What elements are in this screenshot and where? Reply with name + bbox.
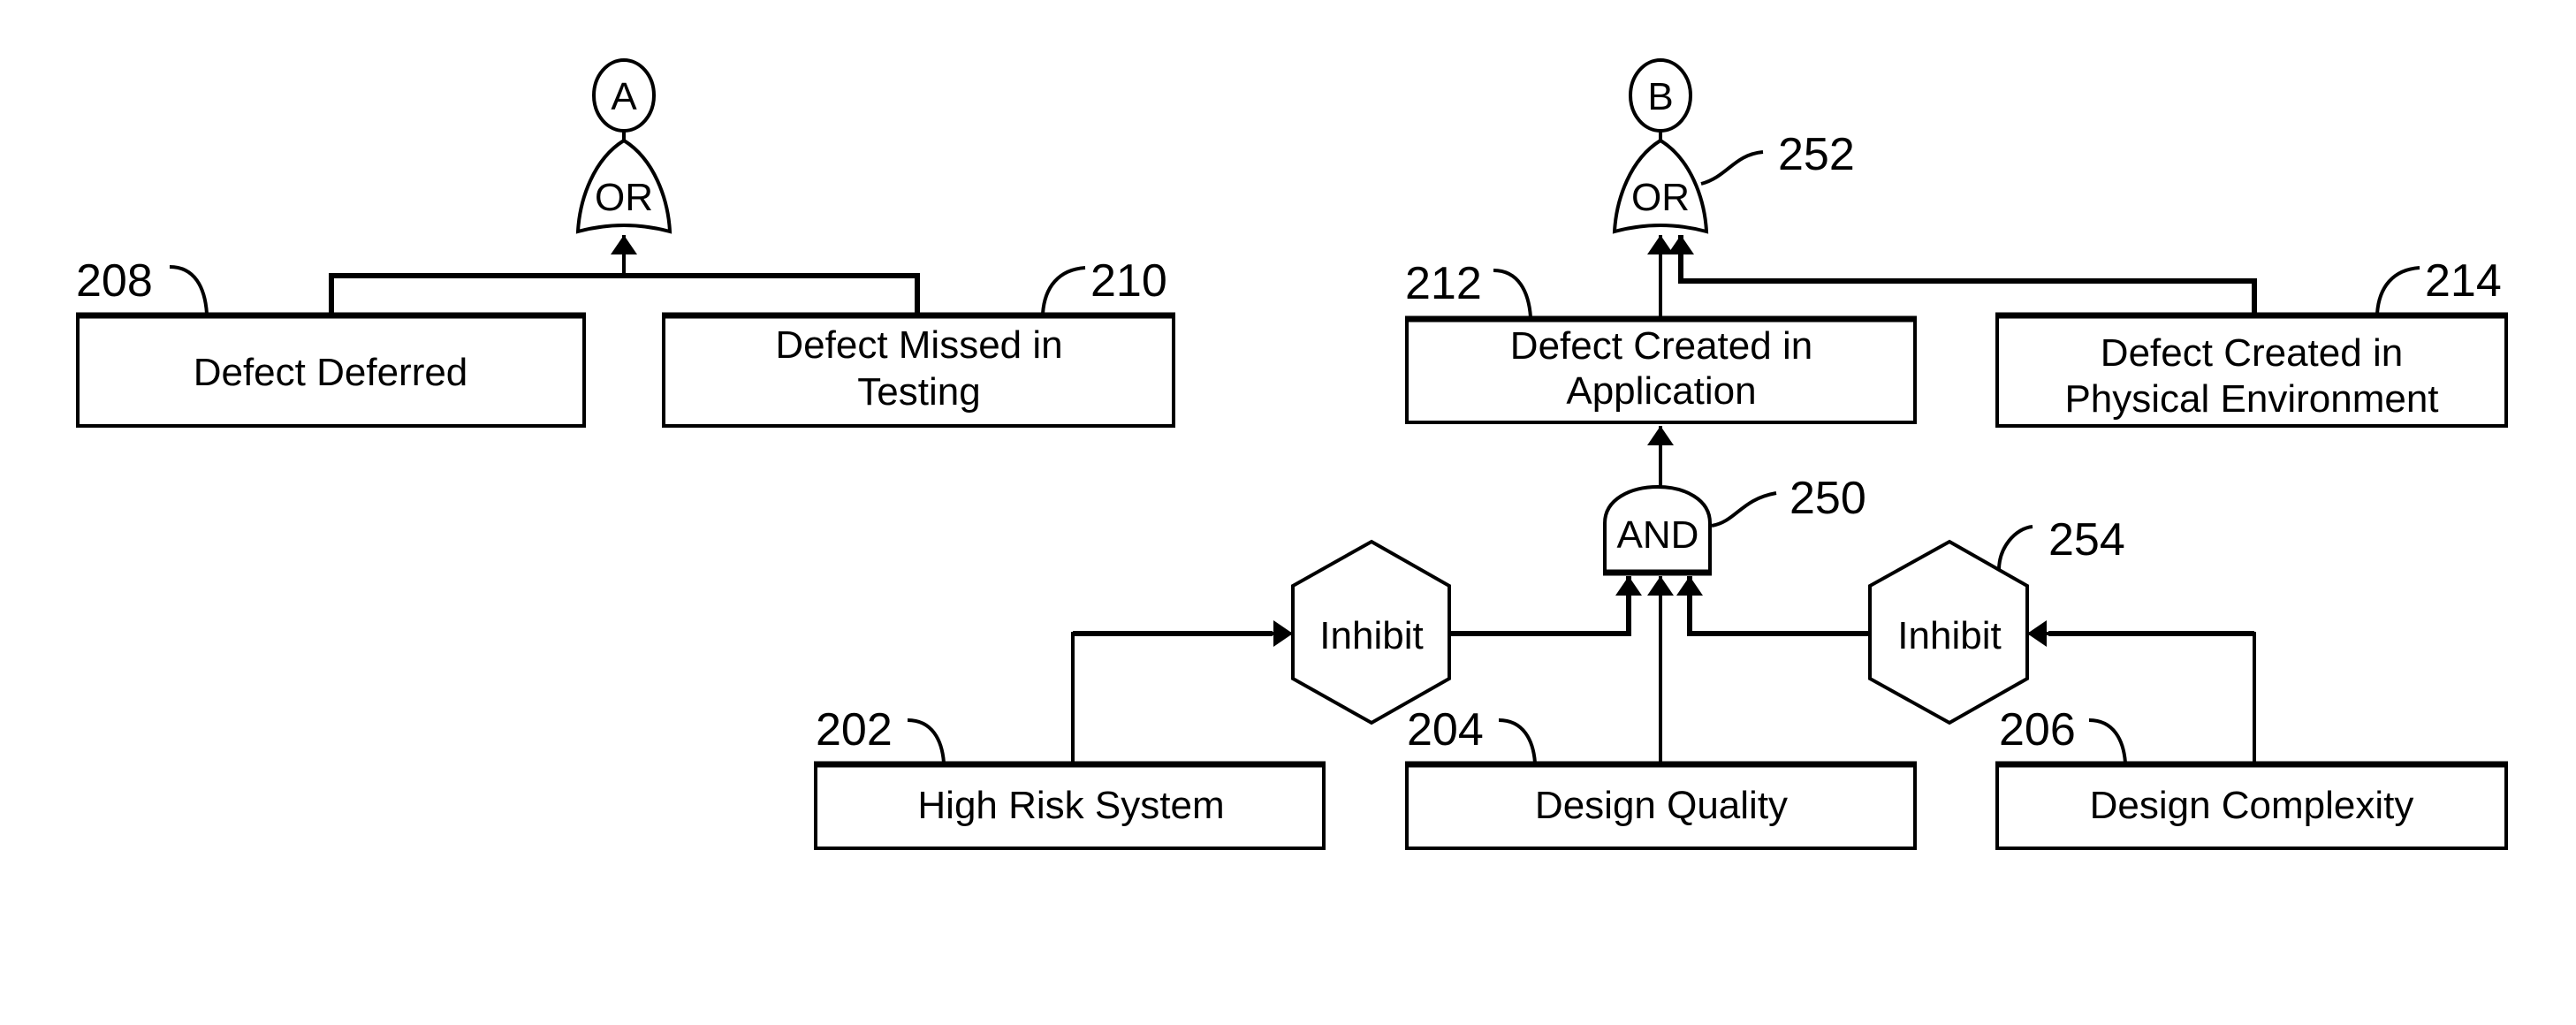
ref-208-label: 208 bbox=[76, 255, 153, 307]
ref-202-label: 202 bbox=[816, 704, 893, 755]
ref-252-label: 252 bbox=[1778, 129, 1855, 180]
event-204: Design Quality bbox=[1405, 761, 1917, 850]
ref-208: 208 bbox=[76, 255, 209, 315]
ref-210: 210 bbox=[1041, 255, 1167, 315]
edge-208-210-bus bbox=[329, 273, 920, 314]
event-204-text: Design Quality bbox=[1535, 784, 1788, 827]
connector-b: B bbox=[1629, 58, 1692, 133]
inhibit-gate-1-label: Inhibit bbox=[1319, 614, 1423, 657]
ref-214-label: 214 bbox=[2425, 255, 2502, 307]
event-210-text-line1: Defect Missed in bbox=[775, 323, 1062, 367]
event-212-text-line2: Application bbox=[1566, 369, 1756, 413]
inhibit-gate-2: Inhibit bbox=[1868, 539, 2029, 725]
event-202-text: High Risk System bbox=[917, 784, 1224, 827]
edge-202-to-inhibit-1 bbox=[1071, 620, 1293, 763]
ref-206: 206 bbox=[1999, 704, 2127, 763]
or-gate-b: OR bbox=[1612, 138, 1709, 234]
and-gate-label: AND bbox=[1617, 513, 1699, 557]
and-gate: AND bbox=[1603, 484, 1712, 576]
or-gate-a-label: OR bbox=[595, 176, 653, 219]
ref-202: 202 bbox=[816, 704, 946, 763]
connector-a: A bbox=[592, 58, 656, 133]
event-212: Defect Created in Application bbox=[1405, 315, 1917, 424]
edge-inhibit-1-to-and bbox=[1449, 576, 1642, 636]
ref-254-label: 254 bbox=[2048, 514, 2125, 566]
fault-tree-diagram: A OR Defect Deferred 208 Defect Missed i… bbox=[76, 58, 2508, 850]
edge-inhibit-2-to-and bbox=[1676, 576, 1870, 636]
or-gate-a: OR bbox=[575, 138, 672, 234]
ref-204-label: 204 bbox=[1407, 704, 1484, 755]
event-208: Defect Deferred bbox=[76, 312, 586, 428]
connector-b-label: B bbox=[1647, 75, 1673, 118]
or-gate-b-label: OR bbox=[1631, 176, 1690, 219]
inhibit-gate-1: Inhibit bbox=[1291, 539, 1451, 725]
ref-210-label: 210 bbox=[1090, 255, 1167, 307]
ref-206-label: 206 bbox=[1999, 704, 2076, 755]
ref-254: 254 bbox=[1997, 514, 2125, 571]
event-214-text-line1: Defect Created in bbox=[2101, 331, 2403, 375]
connector-a-label: A bbox=[611, 75, 637, 118]
event-206-text: Design Complexity bbox=[2090, 784, 2414, 827]
ref-250: 250 bbox=[1711, 473, 1866, 528]
edge-214-to-or-b bbox=[1668, 235, 2257, 315]
ref-212: 212 bbox=[1405, 258, 1532, 318]
event-206: Design Complexity bbox=[1995, 761, 2508, 850]
ref-252: 252 bbox=[1700, 129, 1855, 186]
event-214: Defect Created in Physical Environment bbox=[1995, 312, 2508, 428]
ref-214: 214 bbox=[2375, 255, 2502, 315]
inhibit-gate-2-label: Inhibit bbox=[1897, 614, 2001, 657]
event-202: High Risk System bbox=[814, 761, 1326, 850]
ref-250-label: 250 bbox=[1790, 473, 1866, 524]
ref-212-label: 212 bbox=[1405, 258, 1482, 309]
ref-204: 204 bbox=[1407, 704, 1537, 763]
event-214-text-line2: Physical Environment bbox=[2064, 377, 2438, 421]
event-210: Defect Missed in Testing bbox=[662, 312, 1175, 428]
event-210-text-line2: Testing bbox=[857, 370, 980, 414]
event-212-text-line1: Defect Created in bbox=[1510, 324, 1812, 368]
event-208-text: Defect Deferred bbox=[194, 351, 468, 394]
